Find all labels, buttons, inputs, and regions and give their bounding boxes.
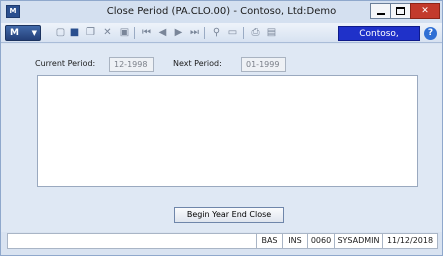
help-icon[interactable]: ? xyxy=(424,27,437,40)
status-code: 0060 xyxy=(307,234,334,248)
copy-icon[interactable]: ❐ xyxy=(85,27,96,39)
next-record-icon[interactable]: ▶ xyxy=(173,27,184,39)
toolbar-divider xyxy=(243,27,244,39)
current-period-field[interactable]: 12-1998 xyxy=(109,57,154,72)
next-period-field[interactable]: 01-1999 xyxy=(241,57,286,72)
close-button[interactable]: ✕ xyxy=(410,3,440,19)
status-insert: INS xyxy=(282,234,307,248)
toolbar-divider xyxy=(204,27,205,39)
status-bar: BAS INS 0060 SYSADMIN 11/12/2018 xyxy=(7,233,438,249)
paste-icon[interactable]: ▭ xyxy=(227,27,238,39)
maximize-button[interactable] xyxy=(390,3,411,19)
save-icon[interactable]: ■ xyxy=(69,27,80,39)
status-user: SYSADMIN xyxy=(334,234,382,248)
menu-button[interactable]: M ▼ xyxy=(5,25,41,41)
minimize-icon xyxy=(376,13,385,15)
process-output-panel[interactable] xyxy=(37,75,418,187)
company-badge[interactable]: Contoso, Ltd:Demo xyxy=(338,26,420,54)
previous-record-icon[interactable]: ◀ xyxy=(157,27,168,39)
toolbar: M ▼ ▢ ■ ❐ ✕ ▣ ⏮ ◀ ▶ ⏭ ⚲ ▭ ⎙ ▤ Contoso, L… xyxy=(1,23,442,54)
first-record-icon[interactable]: ⏮ xyxy=(141,27,152,39)
last-record-icon[interactable]: ⏭ xyxy=(189,27,200,39)
form-area: Current Period: 12-1998 Next Period: 01-… xyxy=(1,44,442,232)
new-icon[interactable]: ▢ xyxy=(55,27,66,39)
status-mode: BAS xyxy=(256,234,282,248)
close-period-window: M Close Period (PA.CLO.00) - Contoso, Lt… xyxy=(0,0,443,256)
toolbar-divider xyxy=(134,27,135,39)
current-period-label: Current Period: xyxy=(35,59,96,68)
chevron-down-icon: ▼ xyxy=(31,29,37,37)
menu-logo: M xyxy=(10,28,19,38)
minimize-button[interactable] xyxy=(370,3,391,19)
title-bar[interactable]: M Close Period (PA.CLO.00) - Contoso, Lt… xyxy=(1,1,442,23)
status-date: 11/12/2018 xyxy=(382,234,437,248)
attach-icon[interactable]: ⚲ xyxy=(211,27,222,39)
maximize-icon xyxy=(396,7,405,15)
close-icon: ✕ xyxy=(421,6,429,16)
finish-icon[interactable]: ▣ xyxy=(119,27,130,39)
print-icon[interactable]: ⎙ xyxy=(250,27,261,39)
begin-year-end-close-button[interactable]: Begin Year End Close xyxy=(174,207,284,223)
report-icon[interactable]: ▤ xyxy=(266,27,277,39)
next-period-label: Next Period: xyxy=(173,59,222,68)
delete-icon[interactable]: ✕ xyxy=(102,27,113,39)
